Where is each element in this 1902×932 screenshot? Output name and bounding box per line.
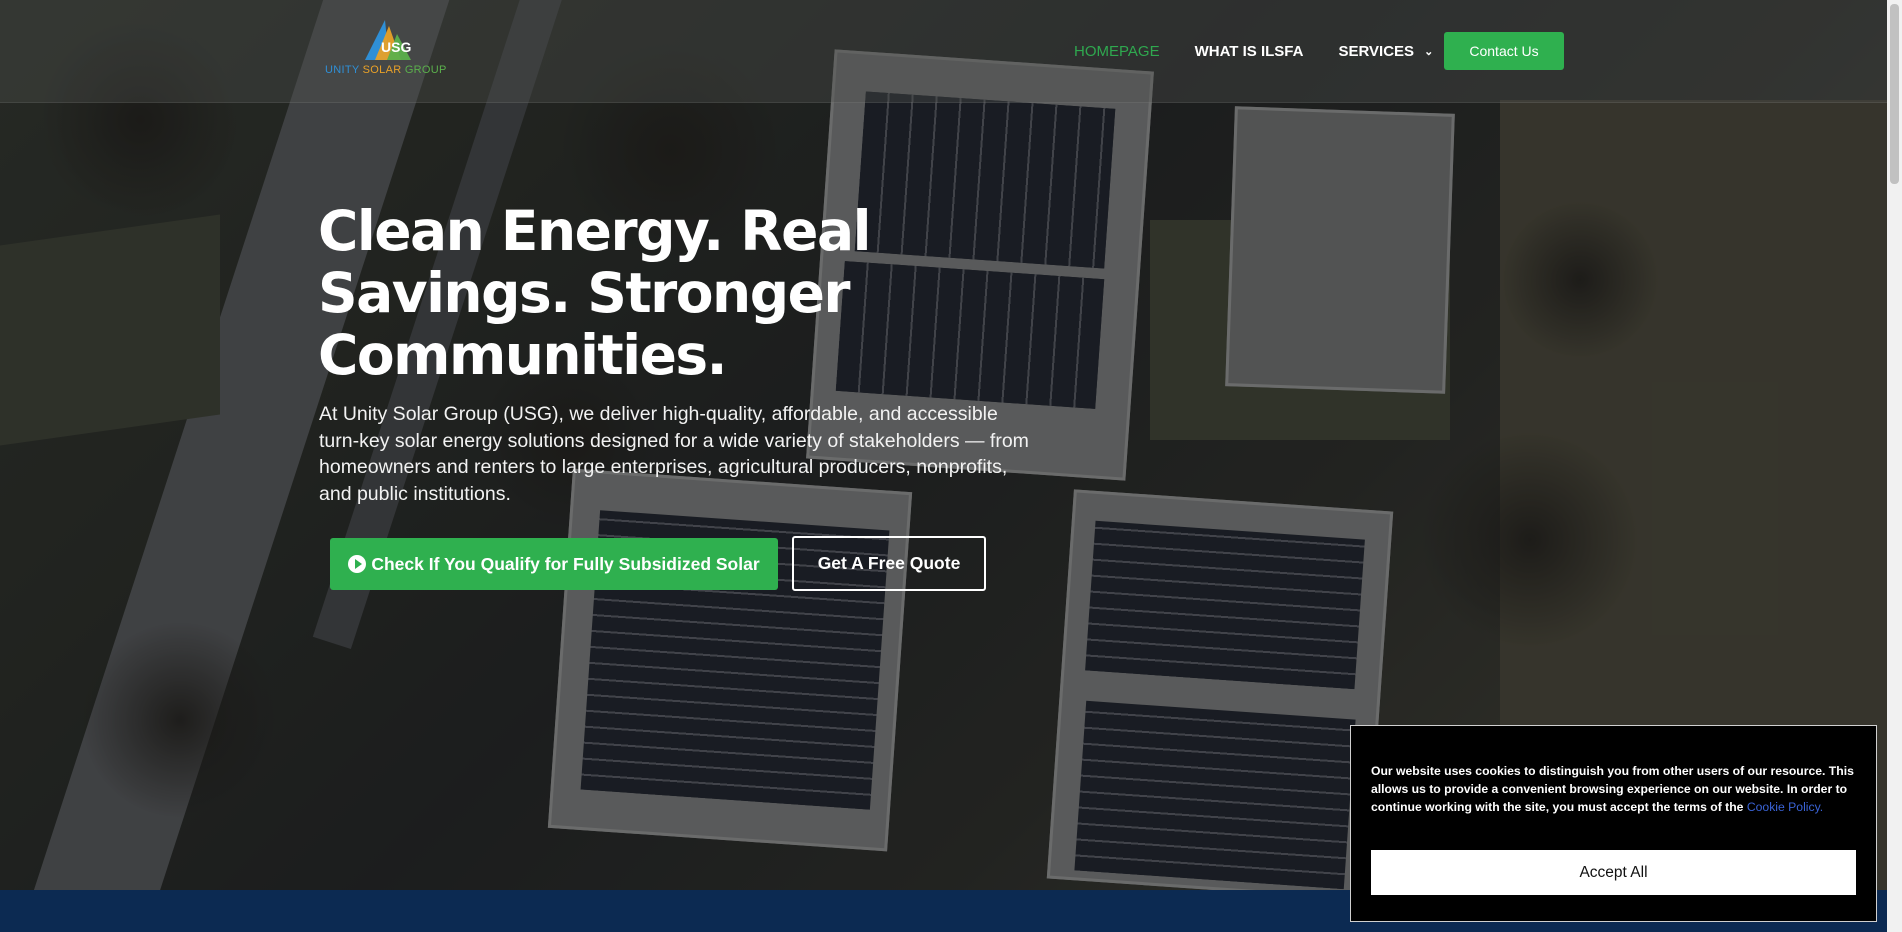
hero-headline: Clean Energy. Real Savings. Stronger Com… bbox=[318, 199, 871, 387]
hero-intro: At Unity Solar Group (USG), we deliver h… bbox=[319, 403, 1029, 505]
logo[interactable]: USG UNITY SOLAR GROUP bbox=[325, 18, 446, 78]
nav-item-services[interactable]: SERVICES ⌄ bbox=[1338, 43, 1433, 60]
chevron-down-icon: ⌄ bbox=[1424, 45, 1434, 58]
svg-text:USG: USG bbox=[381, 39, 411, 55]
check-qualify-button[interactable]: Check If You Qualify for Fully Subsidize… bbox=[330, 538, 778, 590]
accept-all-button[interactable]: Accept All bbox=[1371, 850, 1856, 895]
cookie-message: Our website uses cookies to distinguish … bbox=[1371, 764, 1854, 814]
cookie-policy-link[interactable]: Cookie Policy. bbox=[1747, 800, 1823, 814]
site-header: USG UNITY SOLAR GROUP HOMEPAGE WHAT IS I… bbox=[0, 0, 1902, 103]
cookie-banner: Our website uses cookies to distinguish … bbox=[1350, 725, 1877, 922]
free-quote-button[interactable]: Get A Free Quote bbox=[792, 536, 986, 591]
logo-mark-icon: USG bbox=[365, 20, 411, 60]
main-nav: HOMEPAGE WHAT IS ILSFA SERVICES ⌄ bbox=[1074, 32, 1468, 70]
page-scrollbar[interactable] bbox=[1887, 0, 1902, 932]
play-circle-icon bbox=[348, 555, 367, 573]
nav-item-homepage[interactable]: HOMEPAGE bbox=[1074, 43, 1160, 60]
contact-us-button[interactable]: Contact Us bbox=[1444, 32, 1564, 70]
logo-text: UNITY SOLAR GROUP bbox=[325, 64, 447, 76]
check-qualify-label: Check If You Qualify for Fully Subsidize… bbox=[371, 553, 760, 574]
nav-item-what-is-ilsfa[interactable]: WHAT IS ILSFA bbox=[1195, 43, 1304, 60]
scrollbar-thumb[interactable] bbox=[1890, 4, 1899, 184]
